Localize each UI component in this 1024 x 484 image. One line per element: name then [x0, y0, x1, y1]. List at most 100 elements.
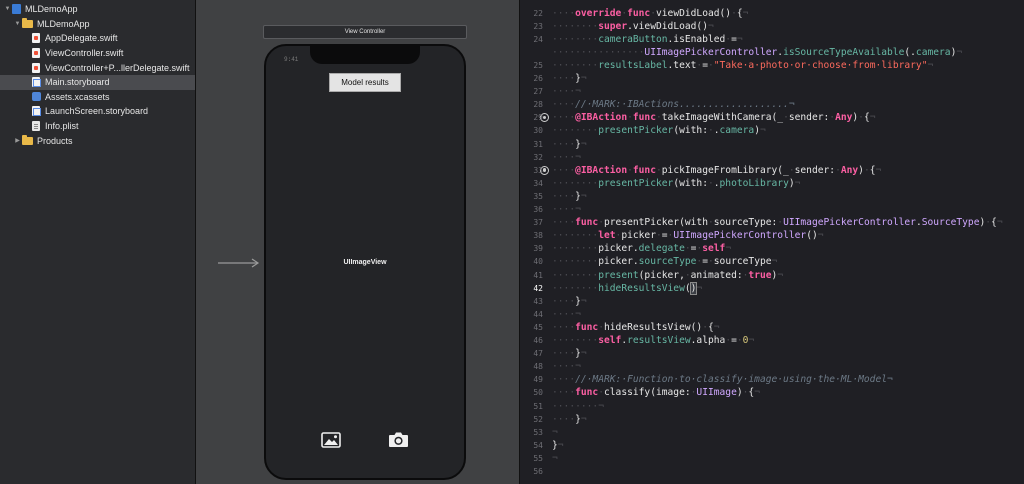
- code-line[interactable]: 55 ¬: [520, 452, 1024, 465]
- code-token: ¬: [580, 190, 587, 202]
- code-line[interactable]: 41 ········present(picker,·animated:·true…: [520, 269, 1024, 282]
- code-token: ····¬: [552, 308, 581, 320]
- code-line[interactable]: 25 ········resultsLabel.text·=·"Take·a·ph…: [520, 59, 1024, 72]
- code-line[interactable]: 48 ····¬: [520, 360, 1024, 373]
- code-line[interactable]: 53 ¬: [520, 426, 1024, 439]
- code-line[interactable]: 32 ····¬: [520, 151, 1024, 164]
- code-line[interactable]: 50 ····func·classify(image:·UIImage)·{¬: [520, 386, 1024, 399]
- code-line[interactable]: 29 ····@IBAction·func·takeImageWithCamera…: [520, 111, 1024, 124]
- code-line[interactable]: 45 ····func·hideResultsView()·{¬: [520, 321, 1024, 334]
- model-results-button[interactable]: Model results: [329, 73, 401, 92]
- navigator-item-label: ViewController+P...llerDelegate.swift: [45, 62, 190, 73]
- camera-icon[interactable]: [388, 431, 409, 448]
- code-text: ········cameraButton.isEnabled·=¬: [552, 34, 743, 45]
- code-editor[interactable]: 22 ····override·func·viewDidLoad()·{¬ 23 ··…: [519, 0, 1024, 484]
- code-token: true: [748, 269, 772, 281]
- code-line[interactable]: 54}¬: [520, 439, 1024, 452]
- disclosure-triangle-icon[interactable]: ▼: [13, 21, 22, 27]
- code-line[interactable]: 35 ····}¬: [520, 190, 1024, 203]
- line-number: 51: [533, 401, 543, 411]
- image-view-label[interactable]: UIImageView: [266, 259, 464, 266]
- code-line[interactable]: 33 ····@IBAction·func·pickImageFromLibrar…: [520, 164, 1024, 177]
- navigator-item[interactable]: ▼ MLDemoApp: [0, 17, 195, 32]
- navigator-item[interactable]: ViewController+P...llerDelegate.swift: [0, 60, 195, 75]
- code-token: (with:: [673, 177, 708, 189]
- code-token: picker.: [598, 256, 639, 268]
- code-line[interactable]: 23 ········super.viewDidLoad()¬: [520, 20, 1024, 33]
- navigator-item[interactable]: ▼ MLDemoApp: [0, 2, 195, 17]
- code-token: let: [598, 230, 616, 242]
- code-line[interactable]: 36 ····¬: [520, 203, 1024, 216]
- code-token: Any: [840, 164, 859, 176]
- device-frame[interactable]: 9:41 Model results UIImageView: [264, 44, 466, 480]
- code-token: UIImagePickerController: [644, 46, 778, 58]
- code-token: ········: [552, 230, 599, 242]
- code-line[interactable]: 26 ····}¬: [520, 72, 1024, 85]
- code-line[interactable]: 27 ····¬: [520, 85, 1024, 98]
- code-line[interactable]: 28 ····//·MARK:·IBActions................…: [520, 98, 1024, 111]
- line-number: 24: [533, 34, 543, 44]
- navigator-item-label: Assets.xcassets: [45, 91, 110, 102]
- navigator-item[interactable]: ViewController.swift: [0, 46, 195, 61]
- photo-icon[interactable]: [321, 432, 341, 448]
- code-token: (: [684, 282, 691, 294]
- line-number: 23: [533, 21, 543, 31]
- code-line[interactable]: 30 ········presentPicker(with:·.camera)¬: [520, 124, 1024, 137]
- code-line[interactable]: 44 ····¬: [520, 308, 1024, 321]
- code-line[interactable]: 22 ····override·func·viewDidLoad()·{¬: [520, 7, 1024, 20]
- entry-point-arrow-icon[interactable]: [218, 258, 262, 268]
- code-token: sourceType: [638, 256, 697, 268]
- code-line[interactable]: ················UIImagePickerController.…: [520, 46, 1024, 59]
- code-line[interactable]: 38 ········let·picker·=·UIImagePickerCont…: [520, 229, 1024, 242]
- code-token: sender:: [794, 164, 836, 176]
- code-line[interactable]: 31 ····}¬: [520, 138, 1024, 151]
- line-number: 27: [533, 87, 543, 97]
- disclosure-triangle-icon[interactable]: ▼: [3, 6, 12, 12]
- line-number: 44: [533, 309, 543, 319]
- code-text: ····¬: [552, 361, 581, 372]
- project-navigator: ▼ MLDemoApp ▼ MLDemoApp AppDelegate.swift Vie…: [0, 0, 196, 484]
- code-line[interactable]: 39 ········picker.delegate·=·self¬: [520, 242, 1024, 255]
- code-line[interactable]: 47 ····}¬: [520, 347, 1024, 360]
- code-line[interactable]: 49 ····//·MARK:·Function·to·classify·imag…: [520, 373, 1024, 386]
- code-line[interactable]: 37 ····func·presentPicker(with·sourceType…: [520, 216, 1024, 229]
- code-token: photoLibrary: [719, 177, 789, 189]
- code-line[interactable]: 24 ········cameraButton.isEnabled·=¬: [520, 33, 1024, 46]
- code-line[interactable]: 40 ········picker.sourceType·=·sourceType…: [520, 255, 1024, 268]
- code-token: ¬: [580, 413, 587, 425]
- code-text: ········super.viewDidLoad()¬: [552, 21, 714, 32]
- code-token: func: [575, 387, 599, 399]
- navigator-item[interactable]: Assets.xcassets: [0, 90, 195, 105]
- code-text: ····¬: [552, 309, 581, 320]
- code-text: ········resultsLabel.text·=·"Take·a·phot…: [552, 60, 933, 71]
- code-line[interactable]: 42 ········hideResultsView()¬: [520, 281, 1024, 295]
- code-token: self: [598, 335, 622, 347]
- storyboard-canvas[interactable]: View Controller 9:41 Model results UIIma…: [196, 0, 519, 484]
- code-token: ····: [552, 164, 576, 176]
- code-token: ····: [552, 348, 576, 360]
- scene-title-bar[interactable]: View Controller: [263, 25, 467, 39]
- code-token: //·MARK:·IBActions...................¬: [575, 99, 795, 111]
- code-token: ¬: [557, 439, 564, 451]
- storyboard-file-icon: [32, 77, 41, 88]
- navigator-item[interactable]: ▶ Products: [0, 133, 195, 148]
- code-token: presentPicker: [598, 125, 674, 137]
- code-token: hideResultsView: [598, 282, 685, 294]
- code-token: resultsLabel: [598, 59, 668, 71]
- code-line[interactable]: 52 ····}¬: [520, 413, 1024, 426]
- code-line[interactable]: 56: [520, 465, 1024, 478]
- navigator-item[interactable]: Info.plist: [0, 119, 195, 134]
- code-token: ········: [552, 20, 599, 32]
- navigator-item[interactable]: LaunchScreen.storyboard: [0, 104, 195, 119]
- code-line[interactable]: 46 ········self.resultsView.alpha·=·0¬: [520, 334, 1024, 347]
- disclosure-triangle-icon[interactable]: ▶: [13, 137, 22, 144]
- navigator-item[interactable]: Main.storyboard: [0, 74, 195, 90]
- line-number: 34: [533, 178, 543, 188]
- code-line[interactable]: 43 ····}¬: [520, 295, 1024, 308]
- code-token: ¬: [748, 335, 755, 347]
- code-line[interactable]: 51 ········¬: [520, 400, 1024, 413]
- code-line[interactable]: 34 ········presentPicker(with:·.photoLibr…: [520, 177, 1024, 190]
- navigator-item[interactable]: AppDelegate.swift: [0, 31, 195, 46]
- line-number: 43: [533, 296, 543, 306]
- code-token: picker.: [598, 243, 639, 255]
